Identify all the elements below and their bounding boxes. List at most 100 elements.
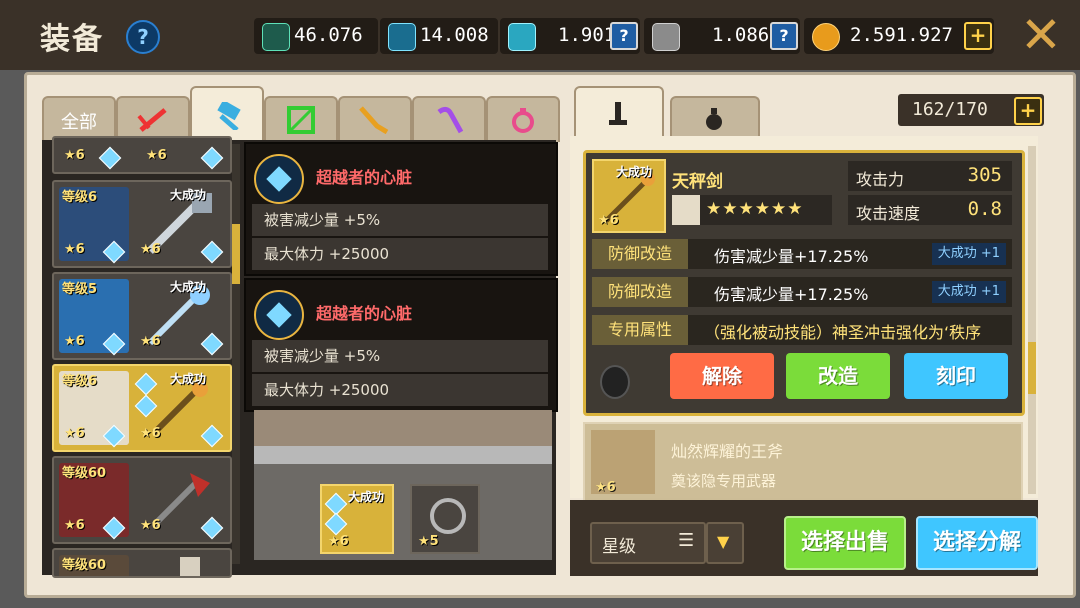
scene-background <box>254 410 552 446</box>
tab-bow[interactable] <box>264 96 338 142</box>
owner-row: ★★★★★★ <box>672 195 832 225</box>
item-tooltip: 超越者的心脏 被害减少量 +5% 最大体力 +25000 <box>244 278 558 412</box>
currency-info-button[interactable]: ? <box>610 22 638 50</box>
stat-label: 攻击力 <box>856 170 905 189</box>
list-item[interactable]: 等级60 ★6 ★6 <box>52 456 232 544</box>
affix-value: （强化被动技能）神圣冲击强化为‘秩序 <box>704 323 982 342</box>
star-rating: ★6 <box>140 334 161 349</box>
tooltip-stat: 最大体力 +25000 <box>252 238 548 270</box>
list-item[interactable]: 等级6 大成功 ★6 ★6 <box>52 180 232 268</box>
transcendent-heart-icon <box>254 154 304 204</box>
stat-attack-speed: 攻击速度 0.8 <box>848 195 1012 225</box>
currency-blue-gem: 14.008 <box>380 18 498 54</box>
top-bar: 装备 ? 46.076 14.008 1.901 ? 1.086 ? 2.591… <box>0 0 1080 70</box>
star-rating: ★6 <box>595 480 616 495</box>
sword-icon <box>137 108 167 132</box>
scrollbar-thumb[interactable] <box>1028 342 1036 394</box>
list-icon: ☰ <box>678 530 695 551</box>
page-title: 装备 <box>40 22 104 57</box>
item-list-scrollbar[interactable] <box>232 144 240 564</box>
stat-value: 0.8 <box>967 198 1002 220</box>
detail-scrollbar[interactable] <box>1028 146 1036 494</box>
scrollbar-thumb[interactable] <box>232 224 240 284</box>
great-success-badge: 大成功 <box>170 280 207 294</box>
staff-icon <box>437 106 464 134</box>
great-success-badge: 大成功 +1 <box>931 281 1006 303</box>
great-success-badge: 大成功 +1 <box>931 243 1006 265</box>
level-label: 等级6 <box>62 374 98 389</box>
star-rating: ★6 <box>64 518 85 533</box>
tooltip-stat: 被害减少量 +5% <box>252 204 548 236</box>
level-label: 等级60 <box>62 558 107 573</box>
tooltip-title: 超越者的心脏 <box>316 304 413 323</box>
currency-value: 1.901 <box>558 24 616 46</box>
lock-icon[interactable] <box>600 365 630 399</box>
accessory-icon <box>430 498 466 534</box>
tooltip-title: 超越者的心脏 <box>316 168 413 187</box>
stat-value: 305 <box>967 164 1002 186</box>
star-rating: ★6 <box>64 242 85 257</box>
list-item[interactable]: 等级5 大成功 ★6 ★6 <box>52 272 232 360</box>
currency-stone: 1.086 ? <box>644 18 800 54</box>
inventory-count-value: 162/170 <box>912 99 988 120</box>
select-dismantle-button[interactable]: 选择分解 <box>916 516 1038 570</box>
tooltip-stat: 被害减少量 +5% <box>252 340 548 372</box>
inventory-count: 162/170 + <box>898 94 1044 126</box>
equipped-accessory-slot[interactable]: ★5 <box>410 484 480 554</box>
star-rating: ★6 <box>328 534 349 549</box>
star-rating: ★6 <box>146 148 167 163</box>
expand-inventory-button[interactable]: + <box>1014 97 1042 125</box>
currency-info-button[interactable]: ? <box>770 22 798 50</box>
level-label: 等级5 <box>62 282 98 297</box>
character-preview-scene: 大成功 ★6 ★5 <box>254 410 552 560</box>
weapon-name: 天秤剑 <box>672 172 723 192</box>
modify-button[interactable]: 改造 <box>786 353 890 399</box>
unequip-button[interactable]: 解除 <box>670 353 774 399</box>
currency-value: 1.086 <box>712 24 770 46</box>
currency-crystal: 46.076 <box>254 18 378 54</box>
owner-stars: ★★★★★★ <box>706 199 804 219</box>
level-label: 等级6 <box>62 190 98 205</box>
select-sell-button[interactable]: 选择出售 <box>784 516 906 570</box>
engrave-button[interactable]: 刻印 <box>904 353 1008 399</box>
close-button[interactable]: ✕ <box>1018 10 1064 60</box>
weapon-detail-card: 大成功 ★6 天秤剑 ★★★★★★ 攻击力 305 攻击速度 0.8 防御改造 … <box>583 150 1025 416</box>
list-item[interactable]: 等级60 <box>52 548 232 578</box>
currency-gold: 2.591.927 + <box>804 18 994 54</box>
weapon-thumbnail: 大成功 ★6 <box>592 159 666 233</box>
next-item-card[interactable]: ★6 灿然辉耀的王斧 奠该隐专用武器 <box>583 422 1023 502</box>
crystal-cluster-icon <box>262 23 290 51</box>
stone-icon <box>652 23 680 51</box>
great-success-badge: 大成功 <box>348 490 385 504</box>
tab-staff[interactable] <box>412 96 486 142</box>
orb-icon <box>512 108 534 133</box>
gem-icon <box>98 146 122 170</box>
level-label: 等级60 <box>62 466 107 481</box>
hammer-icon <box>217 102 241 130</box>
currency-value: 14.008 <box>420 24 489 46</box>
stat-attack: 攻击力 305 <box>848 161 1012 191</box>
sort-label: 星级 <box>602 537 636 557</box>
star-rating: ★6 <box>140 242 161 257</box>
gun-icon <box>359 106 389 134</box>
list-item-selected[interactable]: 等级6 大成功 ★6 ★6 <box>52 364 232 452</box>
tab-gun[interactable] <box>338 96 412 142</box>
list-item[interactable]: ★6 ★6 <box>52 136 232 174</box>
weapon-tab-icon <box>609 102 627 125</box>
gem-icon <box>324 512 348 536</box>
affix-row: 专用属性 （强化被动技能）神圣冲击强化为‘秩序 <box>592 315 1012 345</box>
stat-label: 攻击速度 <box>856 204 921 223</box>
star-rating: ★6 <box>64 426 85 441</box>
affix-label: 专用属性 <box>592 315 688 345</box>
star-rating: ★6 <box>140 518 161 533</box>
sort-dropdown-button[interactable]: ▼ <box>706 522 744 564</box>
add-gold-button[interactable]: + <box>964 22 992 50</box>
help-button[interactable]: ? <box>126 20 160 54</box>
scene-floor <box>254 446 552 464</box>
tab-orb[interactable] <box>486 96 560 142</box>
sort-select[interactable]: 星级 ☰ <box>590 522 706 564</box>
item-tooltip: 超越者的心脏 被害减少量 +5% 最大体力 +25000 <box>244 142 558 276</box>
affix-label: 防御改造 <box>592 277 688 307</box>
bow-icon <box>287 106 315 134</box>
equipped-weapon-slot[interactable]: 大成功 ★6 <box>320 484 394 554</box>
